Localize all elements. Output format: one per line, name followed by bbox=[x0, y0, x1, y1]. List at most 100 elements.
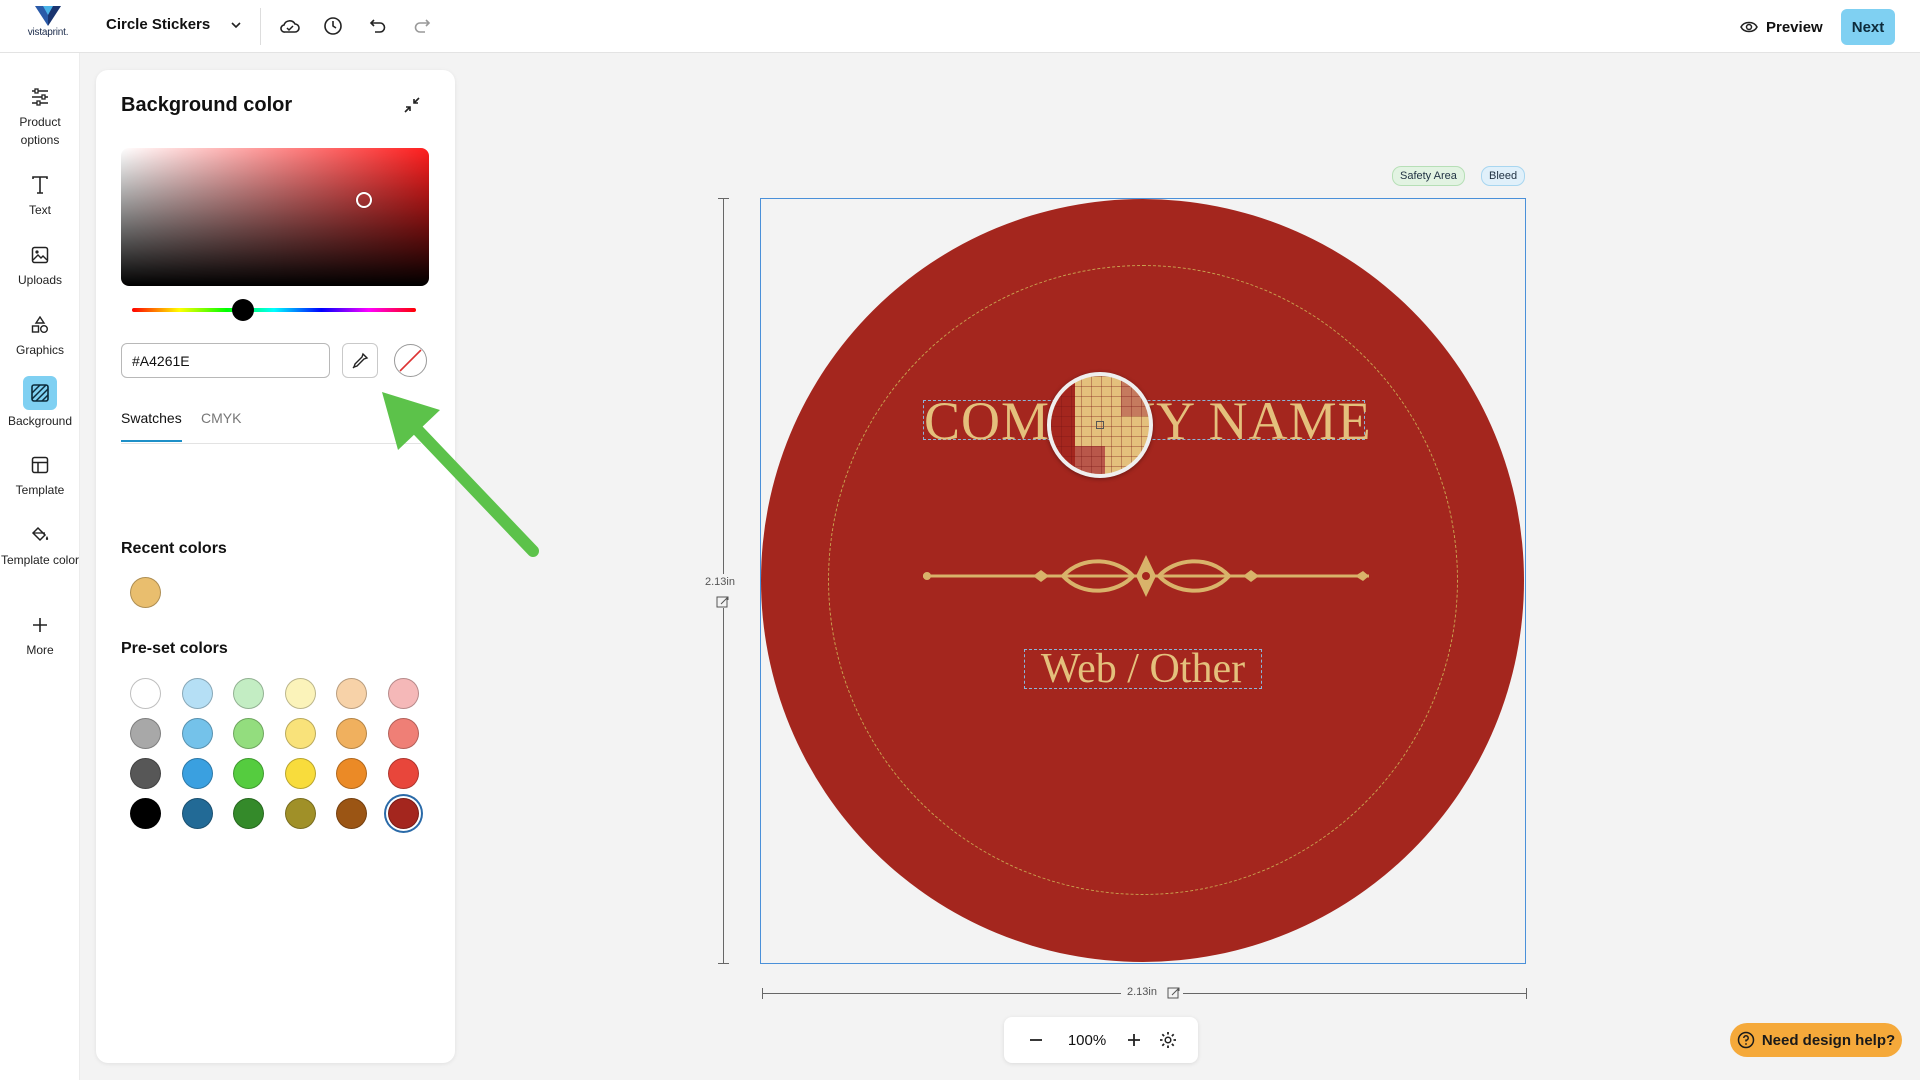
zoom-level[interactable]: 100% bbox=[1062, 1032, 1112, 1049]
collapse-icon[interactable] bbox=[399, 92, 425, 118]
preset-color-swatch[interactable] bbox=[233, 678, 264, 709]
preset-color-swatch[interactable] bbox=[284, 798, 316, 829]
preset-color-swatch[interactable] bbox=[130, 718, 161, 749]
preview-button[interactable]: Preview bbox=[1740, 13, 1823, 41]
preset-color-swatch[interactable] bbox=[181, 678, 213, 709]
eyedropper-button[interactable] bbox=[342, 343, 378, 378]
preset-color-swatch[interactable] bbox=[387, 718, 419, 749]
hue-slider[interactable] bbox=[132, 308, 416, 312]
picker-handle[interactable] bbox=[356, 192, 372, 208]
preset-color-swatch[interactable] bbox=[233, 758, 264, 789]
dimension-cap bbox=[718, 198, 729, 199]
preset-color-swatch[interactable] bbox=[181, 758, 213, 789]
preset-color-swatch[interactable] bbox=[387, 798, 419, 829]
background-color-panel: Background color Swatches CMYK Recent co… bbox=[96, 70, 455, 1063]
gear-icon bbox=[1160, 1032, 1176, 1048]
sliders-icon bbox=[26, 83, 54, 111]
height-value: 2.13in bbox=[705, 576, 735, 588]
tab-swatches[interactable]: Swatches bbox=[121, 408, 182, 442]
preset-color-swatch[interactable] bbox=[233, 798, 264, 829]
left-sidebar: Product options Text Uploads Graphics Ba… bbox=[0, 53, 80, 1080]
sidebar-item-label: Product options bbox=[19, 115, 61, 147]
plus-icon bbox=[26, 611, 54, 639]
zoom-in-button[interactable] bbox=[1122, 1028, 1146, 1052]
saturation-picker[interactable] bbox=[121, 148, 429, 286]
sidebar-item-label: Template bbox=[15, 483, 65, 497]
eye-icon bbox=[1740, 21, 1758, 33]
preview-label: Preview bbox=[1766, 18, 1823, 36]
no-color-icon bbox=[399, 349, 422, 372]
ornament-divider-graphic[interactable] bbox=[923, 549, 1369, 603]
zoom-out-button[interactable] bbox=[1024, 1028, 1048, 1052]
edit-size-icon[interactable] bbox=[716, 595, 730, 609]
logo-text: vistaprint. bbox=[27, 27, 69, 38]
sidebar-item-label: Uploads bbox=[17, 273, 63, 287]
canvas-settings-button[interactable] bbox=[1156, 1028, 1180, 1052]
preset-color-swatch[interactable] bbox=[284, 678, 316, 709]
plus-icon bbox=[1128, 1034, 1140, 1046]
width-value: 2.13in bbox=[1127, 986, 1157, 998]
chevron-down-icon bbox=[231, 21, 241, 28]
preset-color-swatch[interactable] bbox=[336, 798, 367, 829]
sidebar-item-template-color[interactable]: Template color bbox=[0, 521, 80, 569]
help-circle-icon bbox=[1737, 1031, 1755, 1049]
preset-color-swatch[interactable] bbox=[130, 678, 161, 709]
sidebar-item-uploads[interactable]: Uploads bbox=[0, 241, 80, 289]
paint-bucket-icon bbox=[26, 521, 54, 549]
preset-color-swatch[interactable] bbox=[181, 718, 213, 749]
sidebar-item-label: Text bbox=[28, 203, 51, 217]
dimension-cap bbox=[718, 963, 729, 964]
sidebar-item-background[interactable]: Background bbox=[0, 376, 80, 430]
zoom-controls: 100% bbox=[1004, 1017, 1198, 1063]
preset-color-swatch[interactable] bbox=[387, 678, 419, 709]
preset-color-swatch[interactable] bbox=[181, 798, 213, 829]
hex-color-input[interactable] bbox=[121, 343, 330, 378]
sidebar-item-graphics[interactable]: Graphics bbox=[0, 311, 80, 359]
vistaprint-logo-icon bbox=[35, 6, 61, 26]
panel-title: Background color bbox=[121, 94, 293, 116]
web-other-text[interactable]: Web / Other bbox=[1024, 648, 1262, 690]
preset-color-swatch[interactable] bbox=[336, 718, 367, 749]
preset-color-swatch[interactable] bbox=[130, 758, 161, 789]
eyedropper-magnifier bbox=[1047, 372, 1153, 478]
preset-color-swatch[interactable] bbox=[336, 758, 367, 789]
preset-color-swatch[interactable] bbox=[284, 718, 316, 749]
bleed-toggle[interactable]: Bleed bbox=[1481, 166, 1526, 186]
preset-color-swatch[interactable] bbox=[130, 798, 161, 829]
sidebar-item-text[interactable]: Text bbox=[0, 171, 80, 219]
product-selector[interactable]: Circle Stickers bbox=[106, 16, 242, 33]
top-bar: vistaprint. Circle Stickers Preview Next bbox=[0, 0, 1920, 53]
tab-cmyk[interactable]: CMYK bbox=[201, 408, 241, 442]
preset-color-swatch[interactable] bbox=[336, 678, 367, 709]
background-icon bbox=[23, 376, 57, 410]
design-artboard: COMPANY NAME Web / Other bbox=[760, 198, 1526, 964]
sidebar-item-more[interactable]: More bbox=[0, 611, 80, 659]
minus-icon bbox=[1030, 1039, 1042, 1041]
redo-icon[interactable] bbox=[409, 13, 435, 39]
undo-icon[interactable] bbox=[365, 13, 391, 39]
green-arrow-annotation bbox=[382, 392, 539, 557]
recent-color-swatch[interactable] bbox=[130, 577, 161, 608]
preset-color-swatch[interactable] bbox=[233, 718, 264, 749]
sidebar-item-template[interactable]: Template bbox=[0, 451, 80, 499]
magnifier-center-reticle bbox=[1096, 421, 1104, 429]
no-color-button[interactable] bbox=[394, 344, 427, 377]
shapes-icon bbox=[26, 311, 54, 339]
sidebar-item-label: Graphics bbox=[15, 343, 65, 357]
cloud-save-icon[interactable] bbox=[277, 13, 303, 39]
safety-area-toggle[interactable]: Safety Area bbox=[1392, 166, 1465, 186]
preset-color-swatch[interactable] bbox=[284, 758, 316, 789]
product-name: Circle Stickers bbox=[106, 16, 211, 33]
sidebar-item-label: Template color bbox=[0, 553, 80, 567]
sidebar-item-label: More bbox=[26, 643, 54, 657]
edit-size-icon[interactable] bbox=[1167, 986, 1181, 1000]
vistaprint-logo[interactable]: vistaprint. bbox=[20, 6, 76, 46]
history-icon[interactable] bbox=[320, 13, 346, 39]
next-button[interactable]: Next bbox=[1841, 9, 1895, 45]
template-icon bbox=[26, 451, 54, 479]
preset-color-swatch[interactable] bbox=[387, 758, 419, 789]
design-help-button[interactable]: Need design help? bbox=[1730, 1023, 1902, 1057]
dimension-cap bbox=[762, 988, 763, 999]
hue-slider-knob[interactable] bbox=[232, 299, 254, 321]
sidebar-item-product-options[interactable]: Product options bbox=[0, 83, 80, 149]
